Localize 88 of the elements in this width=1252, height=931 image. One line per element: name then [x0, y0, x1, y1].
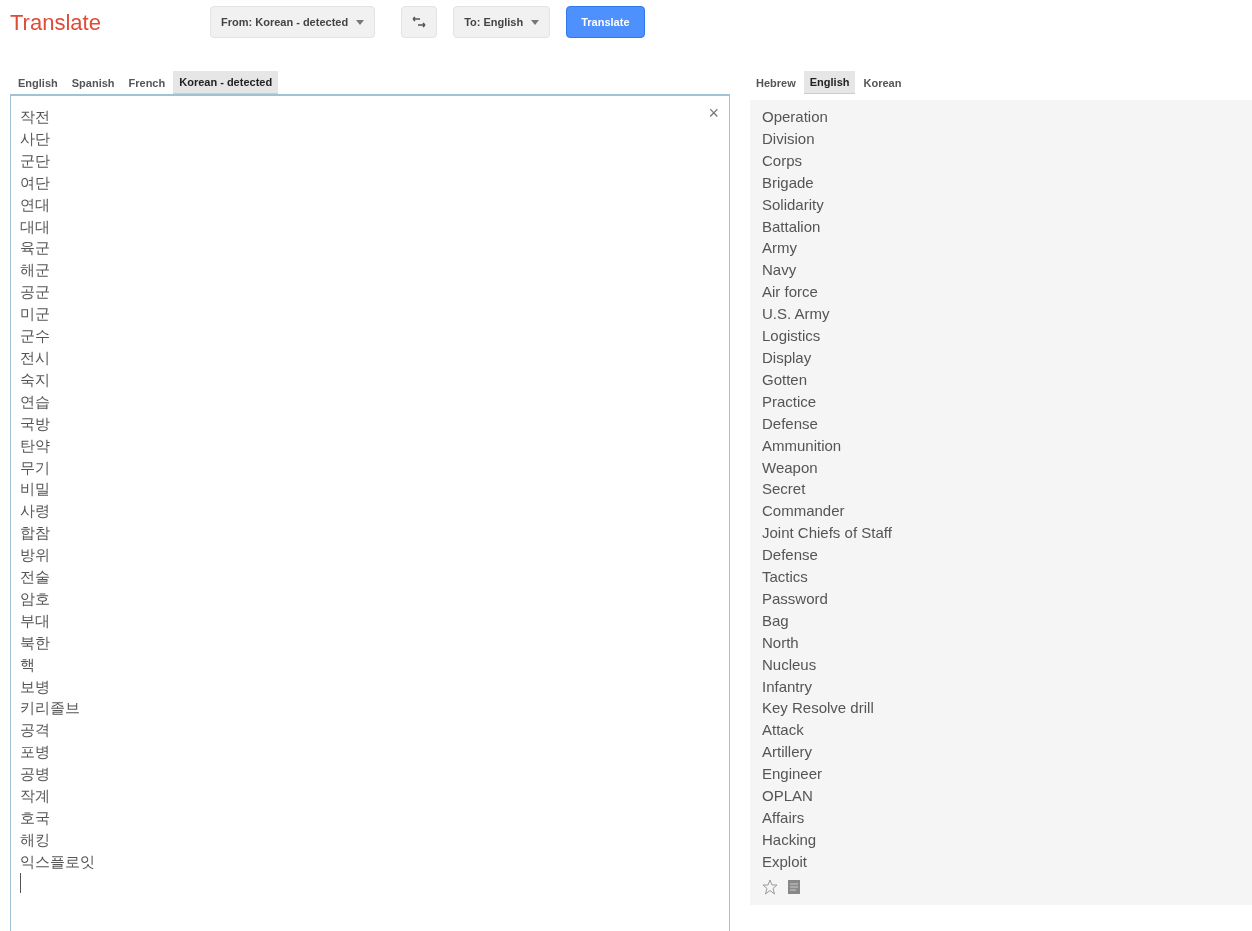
source-text-line: 전술: [20, 567, 50, 588]
source-text-line: 대대: [20, 216, 50, 237]
source-text-line: 미군: [20, 304, 50, 325]
translation-line: North: [762, 632, 799, 653]
source-text-line: 연습: [20, 391, 50, 412]
source-text-line: 포병: [20, 742, 50, 763]
source-text-line: 공군: [20, 282, 50, 303]
language-tab[interactable]: Spanish: [65, 71, 121, 94]
language-tab[interactable]: English: [803, 70, 856, 94]
translation-line: Password: [762, 588, 828, 609]
translation-line: Navy: [762, 260, 797, 281]
translation-line: Defense: [762, 413, 818, 434]
translation-line: Corps: [762, 150, 802, 171]
translation-line: Secret: [762, 479, 806, 500]
clear-button[interactable]: ×: [708, 104, 719, 122]
source-text-line: 합참: [20, 523, 50, 544]
source-text-line: 무기: [20, 457, 50, 478]
translation-line: Commander: [762, 501, 845, 522]
language-tab[interactable]: Korean: [857, 71, 908, 94]
caret-icon: [531, 19, 540, 25]
translation-line: Exploit: [762, 851, 808, 872]
translation-line: Practice: [762, 391, 817, 412]
app-title: Translate: [10, 8, 102, 37]
translation-line: Key Resolve drill: [762, 698, 874, 719]
translation-line: Division: [762, 128, 815, 149]
source-text-line: 군단: [20, 150, 50, 171]
language-tab[interactable]: English: [12, 71, 64, 94]
translation-line: Solidarity: [762, 194, 824, 215]
source-text-line: 호국: [20, 808, 50, 828]
source-text-line: 보병: [20, 676, 50, 697]
source-text-line: 연대: [20, 194, 50, 215]
source-text-line: 탄약: [20, 435, 50, 456]
source-text-line: 여단: [20, 172, 50, 193]
target-language-dropdown[interactable]: To: English: [453, 6, 551, 38]
source-text-field[interactable]: 작전 사단 군단 여단 연대 대대 육군 해군 공군 미군 군수 전시 숙지 연습 국방 탄약 무기 비밀 사령 합참 방위 전술 암호 부대 북한 핵 보병 키리졸브 공격 포병 공병 작계 호국 해킹 익스플로잇 ×: [10, 94, 730, 931]
source-text-line: 공격: [20, 720, 50, 741]
translation-line: Tactics: [762, 567, 808, 588]
translation-line: Army: [762, 238, 797, 259]
translation-line: Affairs: [762, 808, 805, 828]
language-tab[interactable]: French: [122, 71, 172, 94]
source-text-line: 비밀: [20, 479, 50, 500]
translation-line: Ammunition: [762, 435, 842, 456]
swap-icon: [412, 16, 427, 28]
translation-line: Defense: [762, 545, 818, 566]
source-text-line: 국방: [20, 413, 50, 434]
source-text-line: 해군: [20, 260, 50, 281]
source-text-line: 부대: [20, 610, 50, 631]
translation-line: OPLAN: [762, 786, 813, 807]
translation-line: Brigade: [762, 172, 814, 193]
translation-line: U.S. Army: [762, 304, 830, 325]
translation-line: Engineer: [762, 764, 823, 785]
source-text-line: 사단: [20, 128, 50, 149]
source-text-line: 숙지: [20, 369, 50, 390]
translation-line: Infantry: [762, 676, 813, 697]
source-language-dropdown[interactable]: From: Korean - detected: [210, 6, 376, 38]
source-text-line: 해킹: [20, 829, 50, 850]
language-tab[interactable]: Hebrew: [750, 71, 802, 94]
translation-line: Battalion: [762, 216, 821, 237]
translation-line: Logistics: [762, 326, 821, 347]
translation-line: Attack: [762, 720, 804, 741]
source-text-line: 북한: [20, 632, 50, 653]
translation-line: Nucleus: [762, 654, 817, 675]
source-text-line: 사령: [20, 501, 50, 522]
source-text-line: 작계: [20, 786, 50, 807]
source-text-line: 전시: [20, 347, 50, 368]
source-text-line: 익스플로잇: [20, 851, 95, 872]
translation-line: Air force: [762, 282, 818, 303]
swap-languages-button[interactable]: [401, 6, 438, 38]
translation-line: Hacking: [762, 829, 817, 850]
source-text-line: 육군: [20, 238, 50, 259]
caret-icon: [356, 19, 365, 25]
source-text-line: 공병: [20, 764, 50, 785]
translation-line: Gotten: [762, 369, 808, 390]
translation-line: Operation: [762, 107, 828, 127]
star-icon[interactable]: [762, 878, 778, 895]
source-text-line: 작전: [20, 107, 50, 127]
translation-line: Joint Chiefs of Staff: [762, 523, 892, 544]
source-text-line: 키리졸브: [20, 698, 80, 719]
source-text-line: 핵: [20, 654, 35, 675]
feedback-icon[interactable]: [788, 879, 800, 894]
source-text-line: 군수: [20, 326, 50, 347]
source-text-line: 암호: [20, 588, 50, 609]
language-tab[interactable]: Korean - detected: [173, 70, 279, 94]
source-text-line: 방위: [20, 545, 50, 566]
translation-line: Bag: [762, 610, 789, 631]
translation-line: Artillery: [762, 742, 812, 763]
translation-line: Display: [762, 347, 812, 368]
translation-line: Weapon: [762, 457, 818, 478]
